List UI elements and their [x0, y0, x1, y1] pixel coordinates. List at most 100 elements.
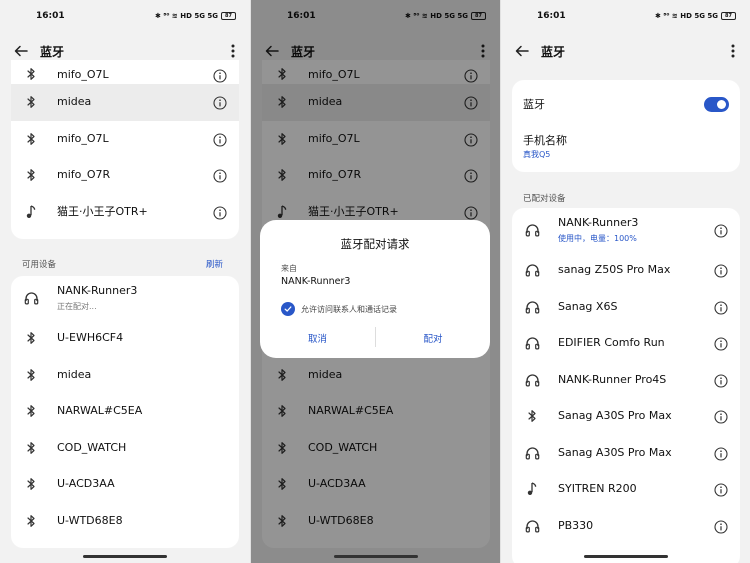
screens: 16:01 ✱ ⁸⁰ ≋ HD 5G 5G 87 蓝牙 mifo_O7Lmide… — [0, 0, 750, 563]
bluetooth-toggle[interactable] — [704, 96, 729, 112]
info-icon[interactable] — [714, 519, 728, 534]
device-row[interactable]: sanag Z50S Pro Max — [512, 252, 740, 289]
device-name: Sanag X6S — [558, 299, 618, 313]
device-row[interactable]: U-ACD3AA — [11, 466, 239, 503]
more-menu-button[interactable] — [226, 40, 240, 62]
device-name: U-ACD3AA — [57, 477, 115, 491]
back-button[interactable] — [511, 40, 533, 62]
device-row[interactable]: PB330 — [512, 508, 740, 545]
info-icon[interactable] — [213, 205, 227, 220]
bluetooth-icon — [23, 440, 39, 456]
status-bar: 16:01 ✱ ⁸⁰ ≋ HD 5G 5G 87 — [0, 0, 250, 32]
pair-button[interactable]: 配对 — [376, 331, 490, 345]
device-name: sanag Z50S Pro Max — [558, 263, 671, 277]
status-icons: ✱ ⁸⁰ ≋ HD 5G 5G 87 — [155, 12, 236, 20]
device-row[interactable]: NARWAL#C5EA — [11, 393, 239, 430]
device-row[interactable]: mifo_O7L — [11, 121, 239, 158]
pairing-request-dialog: 蓝牙配对请求 来自 NANK-Runner3 允许访问联系人和通话记录 取消 配… — [260, 220, 490, 358]
device-name: mifo_O7L — [57, 68, 109, 81]
device-row[interactable]: midea — [11, 357, 239, 394]
checkbox-checked-icon[interactable] — [281, 302, 295, 316]
battery-icon: 87 — [721, 12, 736, 20]
more-vertical-icon — [731, 44, 735, 58]
device-name: U-WTD68E8 — [57, 513, 123, 527]
phone-name-label[interactable]: 手机名称 — [523, 132, 567, 148]
device-row[interactable]: U-EWH6CF4 — [11, 320, 239, 357]
device-row[interactable]: COD_WATCH — [11, 430, 239, 467]
bluetooth-icon — [23, 367, 39, 383]
info-icon[interactable] — [714, 223, 728, 238]
more-menu-button[interactable] — [726, 40, 740, 62]
device-text: NANK-Runner3 使用中，电量：100% — [558, 216, 714, 244]
info-icon[interactable] — [714, 482, 728, 497]
device-row[interactable]: NANK-Runner3 正在配对... — [11, 276, 239, 320]
device-text: COD_WATCH — [57, 441, 227, 455]
headphones-icon — [524, 299, 540, 315]
info-icon[interactable] — [714, 409, 728, 424]
status-time: 16:01 — [36, 11, 65, 21]
info-icon[interactable] — [714, 336, 728, 351]
home-indicator — [333, 555, 418, 558]
device-text: U-ACD3AA — [57, 477, 227, 491]
music-note-icon — [524, 481, 540, 497]
info-icon[interactable] — [213, 68, 227, 83]
back-arrow-icon — [14, 45, 28, 57]
device-row[interactable]: SYITREN R200 — [512, 471, 740, 508]
info-icon[interactable] — [714, 373, 728, 388]
device-name: NANK-Runner3 — [558, 216, 639, 229]
bluetooth-icon — [524, 408, 540, 424]
device-text: midea — [57, 95, 213, 109]
refresh-button[interactable]: 刷新 — [206, 258, 223, 270]
device-row[interactable]: U-WTD68E8 — [11, 503, 239, 540]
device-row[interactable]: Sanag A30S Pro Max — [512, 435, 740, 472]
device-row[interactable]: mifo_O7R — [11, 157, 239, 194]
device-text: U-EWH6CF4 — [57, 331, 227, 345]
device-name: mifo_O7L — [57, 131, 109, 145]
info-icon[interactable] — [714, 300, 728, 315]
battery-icon: 87 — [221, 12, 236, 20]
device-name: NANK-Runner Pro4S — [558, 372, 667, 386]
headphones-icon — [524, 262, 540, 278]
dialog-from-label: 来自 — [281, 264, 297, 273]
device-name: EDIFIER Comfo Run — [558, 336, 665, 350]
status-icons: ✱ ⁸⁰ ≋ HD 5G 5G 87 — [655, 12, 736, 20]
app-bar: 蓝牙 — [501, 36, 750, 66]
allow-contacts-row[interactable]: 允许访问联系人和通话记录 — [281, 302, 397, 316]
saved-devices-card: mifo_O7L midea mifo_O7L mifo_O7R 猫王·小王子OTR+ — [11, 60, 239, 239]
device-name: NARWAL#C5EA — [57, 404, 143, 418]
page-title: 蓝牙 — [541, 44, 566, 59]
device-row[interactable]: midea — [11, 84, 239, 121]
device-row[interactable]: Sanag X6S — [512, 289, 740, 326]
headphones-icon — [23, 290, 39, 306]
device-text: NANK-Runner Pro4S — [558, 373, 714, 387]
available-devices-label: 可用设备 — [22, 260, 57, 270]
info-icon[interactable] — [714, 446, 728, 461]
device-row[interactable]: 猫王·小王子OTR+ — [11, 194, 239, 231]
device-text: 猫王·小王子OTR+ — [57, 205, 213, 219]
device-row[interactable]: NANK-Runner3 使用中，电量：100% — [512, 208, 740, 252]
page-title: 蓝牙 — [40, 44, 65, 59]
back-button[interactable] — [10, 40, 32, 62]
device-name: U-EWH6CF4 — [57, 331, 124, 345]
bluetooth-icon — [23, 167, 39, 183]
cancel-button[interactable]: 取消 — [260, 331, 375, 345]
device-name: midea — [57, 95, 92, 109]
paired-devices-label: 已配对设备 — [523, 194, 566, 204]
device-row[interactable]: Sanag A30S Pro Max — [512, 398, 740, 435]
device-text: NARWAL#C5EA — [57, 404, 227, 418]
headphones-icon — [524, 335, 540, 351]
more-vertical-icon — [231, 44, 235, 58]
bluetooth-icon — [23, 94, 39, 110]
phone-name-value: 真我Q5 — [523, 150, 551, 159]
bluetooth-toggle-row[interactable]: 蓝牙 — [523, 96, 729, 112]
home-indicator — [583, 555, 668, 558]
device-row[interactable]: EDIFIER Comfo Run — [512, 325, 740, 362]
device-text: Sanag A30S Pro Max — [558, 446, 714, 460]
info-icon[interactable] — [213, 95, 227, 110]
device-row[interactable]: mifo_O7L — [11, 60, 239, 84]
info-icon[interactable] — [714, 263, 728, 278]
headphones-icon — [524, 222, 540, 238]
info-icon[interactable] — [213, 168, 227, 183]
info-icon[interactable] — [213, 132, 227, 147]
device-row[interactable]: NANK-Runner Pro4S — [512, 362, 740, 399]
